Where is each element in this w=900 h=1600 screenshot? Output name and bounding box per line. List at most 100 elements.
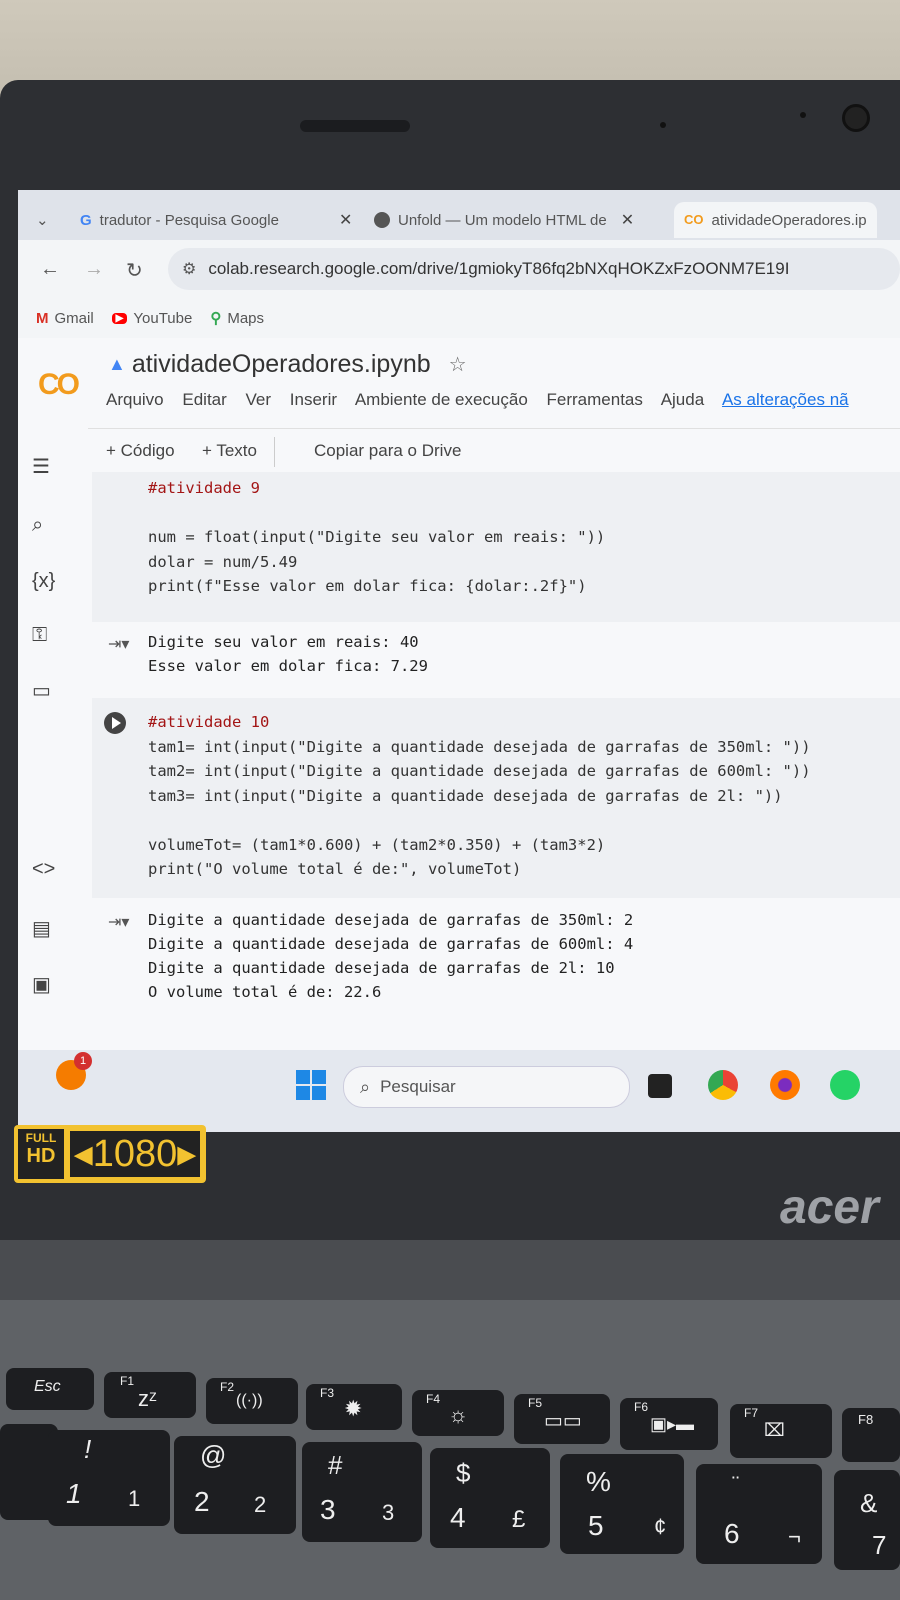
key-f8[interactable]: F8 [842, 1408, 900, 1462]
laptop-hinge [0, 1240, 900, 1300]
forward-icon[interactable]: → [84, 258, 104, 281]
tab-colab[interactable]: CO atividadeOperadores.ip [674, 202, 877, 238]
maps-pin-icon: ⚲ [210, 310, 222, 327]
key-f3[interactable]: F3 ✹ [306, 1384, 402, 1430]
search-icon: ⌕ [360, 1076, 371, 1097]
folder-icon[interactable]: ▭ [32, 678, 51, 703]
acer-logo: acer [780, 1181, 879, 1234]
key-f7[interactable]: F7 ⌧ [730, 1404, 832, 1458]
toolbar-divider [274, 437, 275, 467]
notebook-title[interactable]: atividadeOperadores.ipynb [132, 350, 431, 379]
tab-label: tradutor - Pesquisa Google [99, 211, 279, 229]
key-label: 1 [66, 1478, 82, 1509]
search-icon[interactable]: ⌕ [32, 514, 43, 537]
bookmarks-bar: M Gmail ▶ YouTube ⚲ Maps [18, 298, 900, 338]
key-esc[interactable]: Esc [6, 1368, 94, 1410]
screen-off-icon: ▣▸▬ [650, 1414, 695, 1434]
code-cell[interactable]: #atividade 9 num = float(input("Digite s… [92, 472, 900, 622]
key-f4[interactable]: F4 ☼ [412, 1390, 504, 1436]
key-label: F7 [744, 1406, 759, 1420]
menu-arquivo[interactable]: Arquivo [106, 390, 164, 409]
drive-icon: ▲ [108, 354, 126, 374]
key-f1[interactable]: F1 zᶻ [104, 1372, 196, 1418]
menu-ambiente[interactable]: Ambiente de execução [355, 390, 528, 409]
sensor-dot [800, 112, 806, 118]
output-line: Digite a quantidade desejada de garrafas… [148, 911, 634, 929]
star-icon[interactable]: ☆ [449, 352, 467, 377]
cell-source[interactable]: #atividade 9 num = float(input("Digite s… [148, 476, 605, 599]
code-line: dolar = num/5.49 [148, 552, 298, 571]
key-3[interactable]: #3 3 [302, 1442, 422, 1542]
notebook-title-area: ▲ atividadeOperadores.ipynb ☆ [108, 350, 467, 379]
key-2[interactable]: @2 2 [174, 1436, 296, 1534]
notebook-cells: [ ] #atividade 9 num = float(input("Digi… [70, 472, 900, 1132]
key-icon[interactable]: ⚿ [32, 624, 47, 647]
code-snippets-icon[interactable]: <> [32, 858, 55, 881]
url-text: colab.research.google.com/drive/1gmiokyT… [208, 259, 790, 278]
add-code-button[interactable]: + Código [106, 441, 175, 461]
back-icon[interactable]: ← [40, 258, 60, 281]
bookmark-youtube[interactable]: ▶ YouTube [111, 310, 192, 327]
menu-editar[interactable]: Editar [182, 390, 226, 409]
whatsapp-icon[interactable] [830, 1070, 860, 1100]
key-1[interactable]: ! 1 1 [48, 1430, 170, 1526]
code-line: print(f"Esse valor em dolar fica: {dolar… [148, 577, 587, 595]
bookmark-label: Maps [227, 309, 265, 327]
key-f5[interactable]: F5 ▭▭ [514, 1394, 610, 1444]
key-label: ¬ [788, 1524, 801, 1549]
taskbar-search[interactable]: ⌕ Pesquisar [343, 1066, 630, 1108]
cell-source[interactable]: #atividade 10 tam1= int(input("Digite a … [148, 710, 811, 882]
copy-to-drive-button[interactable]: Copiar para o Drive [314, 441, 461, 461]
widgets-icon[interactable]: 1 [56, 1052, 92, 1090]
key-label: F4 [426, 1392, 441, 1406]
key-7[interactable]: & 7 [834, 1470, 900, 1570]
key-6[interactable]: ¨ 6 ¬ [696, 1464, 822, 1564]
code-line: #atividade 9 [148, 479, 260, 497]
site-settings-icon[interactable]: ⚙ [182, 259, 196, 279]
url-field[interactable]: ⚙ colab.research.google.com/drive/1gmiok… [168, 248, 900, 290]
command-palette-icon[interactable]: ▤ [32, 916, 51, 941]
tab-google[interactable]: G tradutor - Pesquisa Google ✕ [80, 202, 352, 238]
key-label: F2 [220, 1380, 235, 1394]
key-4[interactable]: $4 £ [430, 1448, 550, 1548]
variables-icon[interactable]: {x} [32, 570, 55, 593]
key-label: ! [84, 1434, 92, 1464]
menu-ver[interactable]: Ver [246, 390, 272, 409]
key-f2[interactable]: F2 ((·)) [206, 1378, 298, 1424]
close-icon[interactable]: ✕ [621, 210, 634, 230]
firefox-icon[interactable] [770, 1070, 800, 1100]
key-label: 3 [320, 1494, 336, 1525]
gmail-icon: M [36, 309, 49, 327]
key-label-alt: 7 [872, 1530, 887, 1560]
key-5[interactable]: % 5 ¢ [560, 1454, 684, 1554]
key-label: 5 [588, 1510, 604, 1541]
cell-output: Digite a quantidade desejada de garrafas… [92, 908, 900, 1008]
bookmark-gmail[interactable]: M Gmail [36, 310, 94, 327]
key-f6[interactable]: F6 ▣▸▬ [620, 1398, 718, 1450]
task-view-icon[interactable] [648, 1074, 672, 1098]
menu-ferramentas[interactable]: Ferramentas [547, 390, 643, 409]
windows-start-icon[interactable] [296, 1070, 326, 1100]
output-line: O volume total é de: 22.6 [148, 983, 382, 1001]
reload-icon[interactable]: ↻ [126, 258, 143, 283]
close-icon[interactable]: ✕ [339, 210, 352, 230]
terminal-icon[interactable]: ▣ [32, 972, 51, 997]
menu-inserir[interactable]: Inserir [290, 390, 337, 409]
tab-unfold[interactable]: Unfold — Um modelo HTML de ✕ [374, 202, 634, 238]
colab-icon: CO [684, 212, 704, 227]
bookmark-maps[interactable]: ⚲ Maps [210, 309, 265, 328]
chrome-icon[interactable] [708, 1070, 738, 1100]
key-label-alt: ¨ [732, 1472, 740, 1497]
add-text-button[interactable]: + Texto [202, 441, 257, 461]
colab-logo[interactable]: CO [38, 368, 80, 402]
key-label: ¢ [654, 1514, 667, 1539]
tab-list-button[interactable]: ⌄ [36, 202, 49, 238]
menu-ajuda[interactable]: Ajuda [661, 390, 704, 409]
cell-output: Digite seu valor em reais: 40 Esse valor… [92, 630, 900, 690]
key-label: F8 [858, 1412, 874, 1427]
brightness-up-icon: ☼ [448, 1402, 469, 1427]
run-cell-button[interactable] [104, 712, 126, 734]
table-of-contents-icon[interactable]: ☰ [32, 454, 50, 479]
save-status-link[interactable]: As alterações nã [722, 390, 849, 409]
code-cell[interactable]: #atividade 10 tam1= int(input("Digite a … [92, 698, 900, 898]
